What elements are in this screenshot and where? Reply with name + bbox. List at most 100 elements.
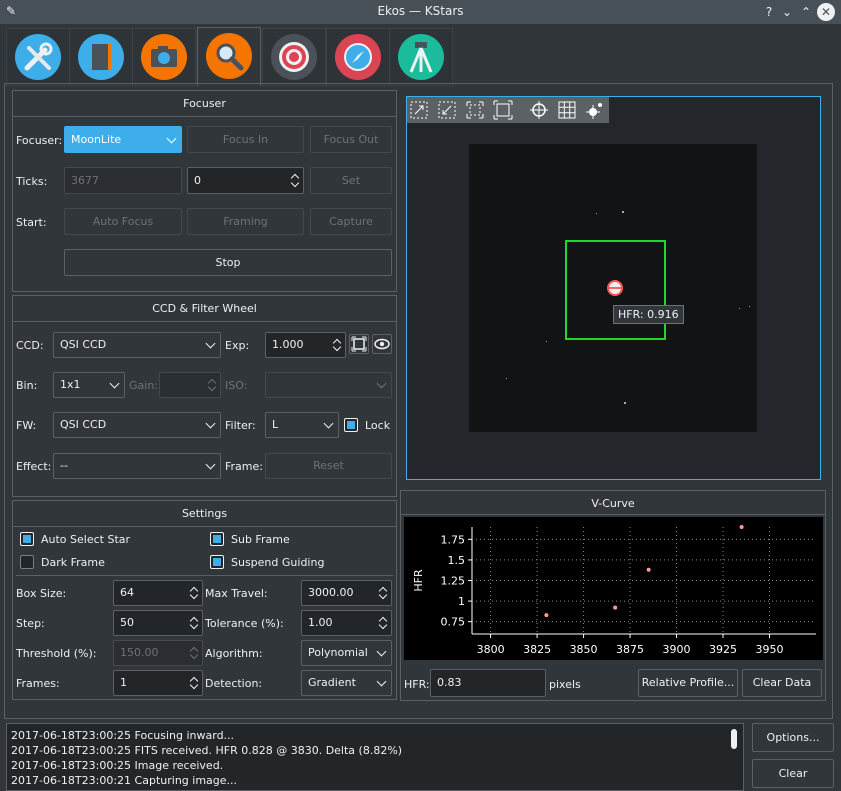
- y-tick-label: 0.75: [441, 616, 466, 629]
- binning-select[interactable]: 1x1: [53, 372, 125, 398]
- ccd-label: CCD:: [16, 339, 44, 352]
- set-button[interactable]: Set: [310, 167, 392, 194]
- minimize-button[interactable]: ⌄: [778, 3, 796, 21]
- gain-label: Gain:: [129, 379, 158, 392]
- binning-value: 1x1: [60, 378, 81, 391]
- algorithm-value: Polynomial: [308, 646, 368, 659]
- clear-data-button[interactable]: Clear Data: [742, 669, 822, 697]
- dark-frame-checkbox[interactable]: [20, 555, 34, 569]
- suspend-guiding-checkbox[interactable]: [210, 555, 224, 569]
- tab-align[interactable]: [262, 28, 326, 86]
- y-tick-label: 1.25: [441, 575, 466, 588]
- chevron-down-icon: [376, 378, 387, 389]
- ticks-target-spinbox[interactable]: 0: [187, 167, 304, 194]
- window-title: Ekos — KStars: [377, 4, 464, 18]
- star: [596, 213, 597, 214]
- auto-select-star-checkbox[interactable]: [20, 532, 34, 546]
- max-travel-label: Max Travel:: [205, 587, 268, 600]
- divider: [13, 321, 396, 322]
- focus-in-button[interactable]: Focus In: [187, 126, 304, 153]
- stars-icon[interactable]: [585, 100, 605, 120]
- divider: [401, 514, 825, 515]
- detection-value: Gradient: [308, 676, 356, 689]
- box-size-spinbox[interactable]: 64: [113, 580, 203, 606]
- ticks-target-value: 0: [194, 174, 201, 187]
- clear-log-button[interactable]: Clear: [752, 759, 834, 788]
- relative-profile-button[interactable]: Relative Profile...: [638, 669, 738, 697]
- y-tick-label: 1: [458, 595, 465, 608]
- star: [624, 402, 626, 404]
- pixels-label: pixels: [549, 678, 581, 691]
- preview-button[interactable]: [372, 334, 392, 354]
- close-button[interactable]: ✕: [817, 3, 835, 21]
- tolerance-spinbox[interactable]: 1.00: [301, 610, 392, 636]
- iso-select[interactable]: [265, 372, 392, 398]
- zoom-in-icon[interactable]: [409, 100, 429, 120]
- y-tick-label: 1.5: [448, 554, 466, 567]
- tab-scheduler[interactable]: [69, 28, 133, 86]
- tab-capture[interactable]: [132, 28, 196, 86]
- detection-select[interactable]: Gradient: [301, 670, 392, 696]
- divider: [16, 575, 393, 576]
- data-point: [646, 567, 651, 572]
- log-scrollbar[interactable]: [731, 729, 737, 749]
- star: [739, 308, 740, 309]
- lock-filter-checkbox[interactable]: [344, 418, 358, 432]
- filter-wheel-value: QSI CCD: [60, 418, 107, 431]
- ccd-select[interactable]: QSI CCD: [53, 332, 221, 358]
- capture-button[interactable]: Capture: [310, 208, 392, 235]
- frames-spinbox[interactable]: 1: [113, 670, 203, 696]
- sub-frame-checkbox[interactable]: [210, 532, 224, 546]
- crosshair-icon[interactable]: [529, 100, 549, 120]
- frames-value: 1: [120, 676, 127, 689]
- zoom-fit-icon[interactable]: [493, 100, 513, 120]
- tab-guide[interactable]: [326, 28, 390, 86]
- grid-icon[interactable]: [557, 100, 577, 120]
- filter-select[interactable]: L: [265, 412, 339, 438]
- algorithm-select[interactable]: Polynomial: [301, 640, 392, 666]
- help-button[interactable]: ?: [760, 3, 778, 21]
- log-line: 2017-06-18T23:00:21 Capturing image...: [11, 774, 238, 787]
- star: [546, 341, 547, 342]
- options-button[interactable]: Options...: [752, 723, 834, 752]
- focus-out-button[interactable]: Focus Out: [310, 126, 392, 153]
- ticks-label: Ticks:: [16, 175, 48, 188]
- chevron-down-icon: [205, 459, 216, 470]
- gain-spinbox[interactable]: [159, 372, 221, 398]
- log-line: 2017-06-18T23:00:25 FITS received. HFR 0…: [11, 744, 403, 757]
- exposure-spinbox[interactable]: 1.000: [265, 332, 346, 358]
- focuser-label: Focuser:: [16, 134, 63, 147]
- max-travel-spinbox[interactable]: 3000.00: [301, 580, 392, 606]
- auto-focus-button[interactable]: Auto Focus: [64, 208, 182, 235]
- chevron-down-icon: [166, 133, 177, 143]
- spin-down-icon[interactable]: [290, 178, 300, 188]
- maximize-button[interactable]: ⌃: [797, 3, 815, 21]
- fits-image-viewer[interactable]: HFR: 0.916: [406, 96, 821, 480]
- zoom-default-icon[interactable]: [465, 100, 485, 120]
- filter-wheel-select[interactable]: QSI CCD: [53, 412, 221, 438]
- focuser-group-title: Focuser: [183, 97, 226, 110]
- eye-icon: [374, 338, 390, 350]
- camera-icon: [141, 34, 187, 80]
- effect-label: Effect:: [16, 460, 52, 473]
- framing-button[interactable]: Framing: [187, 208, 304, 235]
- effect-select[interactable]: --: [53, 453, 221, 479]
- reset-frame-button[interactable]: Reset: [265, 453, 392, 479]
- focuser-group: Focuser Focuser: MoonLite Focus In Focus…: [12, 90, 397, 292]
- chevron-down-icon: [376, 676, 387, 687]
- focuser-select[interactable]: MoonLite: [64, 126, 182, 153]
- tab-mount[interactable]: [389, 28, 453, 86]
- tab-setup[interactable]: [6, 28, 70, 86]
- focuser-select-value: MoonLite: [71, 133, 122, 146]
- tab-focus[interactable]: [197, 27, 261, 86]
- hfr-label: HFR:: [404, 678, 430, 691]
- star-field-image: [469, 144, 757, 432]
- threshold-spinbox[interactable]: 150.00: [113, 640, 203, 666]
- divider: [13, 526, 396, 527]
- fits-toolbar: [407, 97, 609, 123]
- subframe-reset-button[interactable]: [349, 334, 369, 354]
- step-spinbox[interactable]: 50: [113, 610, 203, 636]
- zoom-out-icon[interactable]: [437, 100, 457, 120]
- stop-button[interactable]: Stop: [64, 249, 392, 276]
- log-line: 2017-06-18T23:00:25 Focusing inward...: [11, 729, 235, 742]
